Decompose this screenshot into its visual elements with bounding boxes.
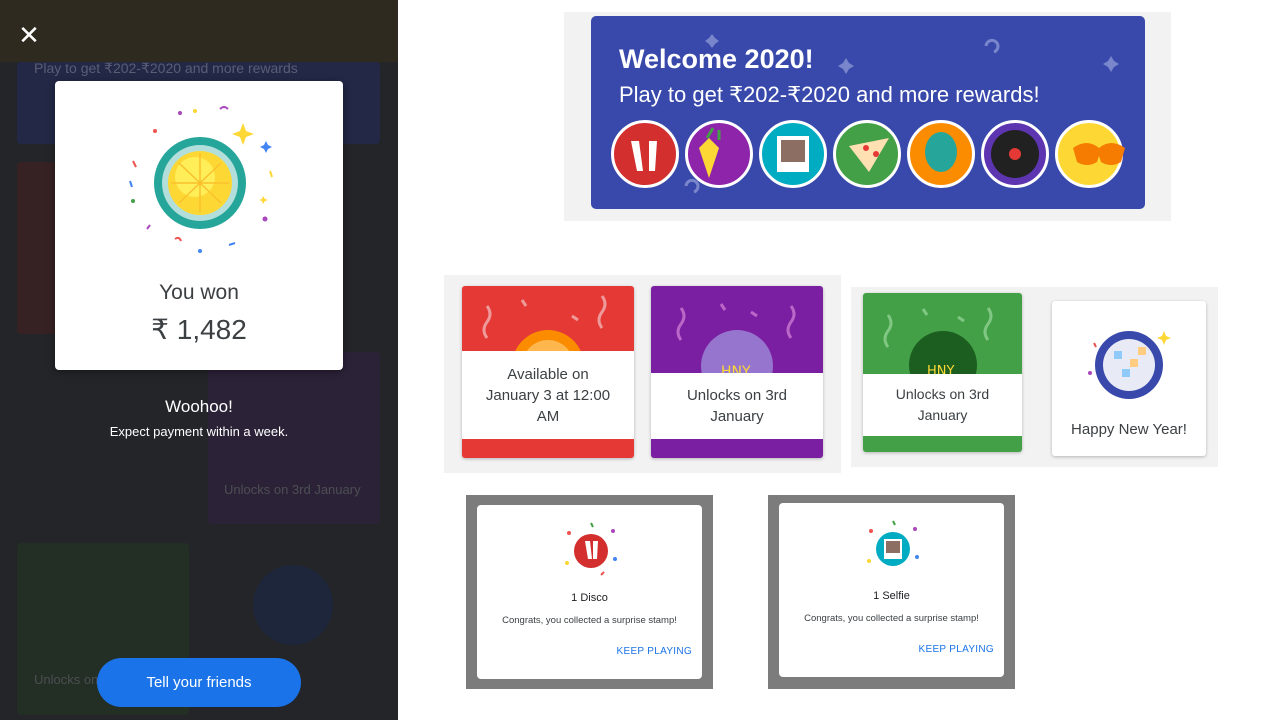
keep-playing-button[interactable]: KEEP PLAYING	[617, 646, 693, 657]
tile-available-text: Available on January 3 at 12:00 AM	[462, 351, 634, 439]
stamp-dialog-disco: 1 Disco Congrats, you collected a surpri…	[477, 505, 702, 679]
disco-ball-icon	[129, 106, 273, 253]
disco-ball-icon	[1088, 331, 1171, 399]
selfie-icon	[867, 520, 919, 566]
disco-shoes-icon	[565, 522, 617, 576]
tile-unlocks-green[interactable]: HNY Unlocks on 3rd January	[863, 293, 1022, 452]
won-card: You won ₹ 1,482	[55, 81, 343, 370]
tile-unlocks-text: Unlocks on 3rd January	[651, 373, 823, 439]
woohoo-text: Woohoo!	[165, 397, 233, 416]
stamp-dialog-selfie: 1 Selfie Congrats, you collected a surpr…	[779, 503, 1004, 677]
stamp-name: 1 Disco	[571, 592, 608, 604]
expect-text: Expect payment within a week.	[109, 424, 289, 439]
keep-playing-button[interactable]: KEEP PLAYING	[919, 644, 995, 655]
congrats-text: Congrats, you collected a surprise stamp…	[804, 613, 979, 624]
happy-new-year-label: Happy New Year!	[1071, 421, 1187, 438]
tile-available[interactable]: Available on January 3 at 12:00 AM	[462, 286, 634, 458]
tile-unlocks-text-2: Unlocks on 3rd January	[863, 374, 1022, 436]
won-title: You won	[159, 281, 239, 304]
happy-new-year-card[interactable]: Happy New Year!	[1052, 301, 1206, 456]
tile-unlocks-purple[interactable]: HNY Unlocks on 3rd January	[651, 286, 823, 458]
close-button[interactable]: ✕	[14, 20, 44, 50]
welcome-banner: Welcome 2020! Play to get ₹202-₹2020 and…	[591, 16, 1145, 209]
stamp-name: 1 Selfie	[873, 590, 910, 602]
reward-screen: Play to get ₹202-₹2020 and more rewards …	[0, 0, 398, 720]
congrats-text: Congrats, you collected a surprise stamp…	[502, 615, 677, 626]
won-amount: ₹ 1,482	[151, 314, 247, 345]
tell-friends-button[interactable]: Tell your friends	[97, 658, 301, 707]
